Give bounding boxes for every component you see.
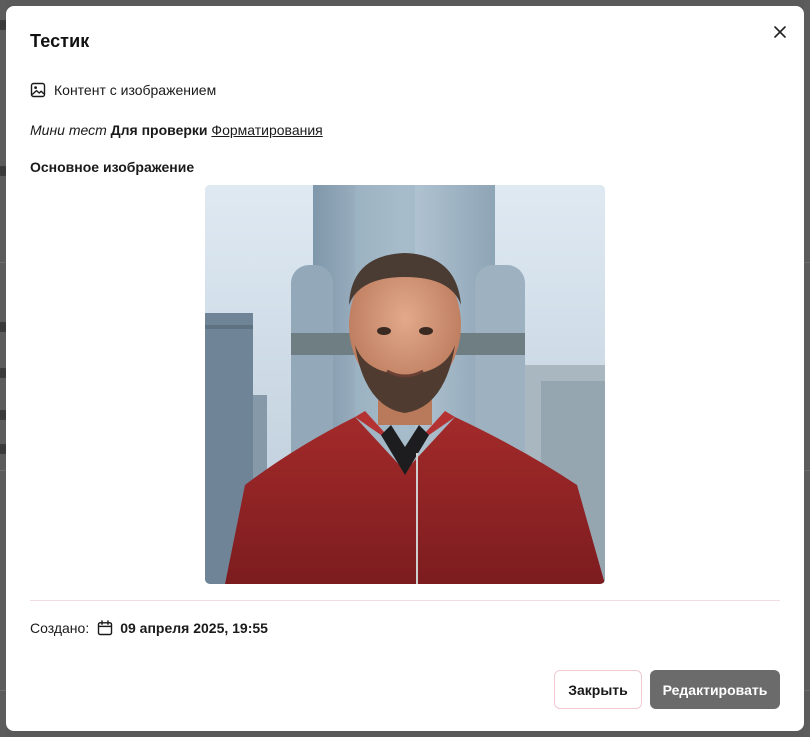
close-button[interactable]: Закрыть: [554, 670, 642, 709]
background-app-right-edge: [804, 0, 810, 737]
main-image: [205, 185, 605, 584]
background-divider: [804, 470, 810, 471]
underlined-text: Форматирования: [211, 122, 323, 138]
content-type-text: Контент с изображением: [54, 82, 217, 98]
created-label: Создано:: [30, 620, 90, 636]
italic-text: Мини тест: [30, 122, 107, 138]
edit-button[interactable]: Редактировать: [650, 670, 780, 709]
content-view-dialog: Тестик Контент с изображением Мини тест …: [6, 6, 804, 731]
background-divider: [804, 262, 810, 263]
dialog-title: Тестик: [30, 31, 90, 51]
footer-divider: [30, 600, 780, 601]
portrait-photo: [205, 185, 605, 584]
calendar-icon: [97, 620, 113, 636]
close-icon: [774, 26, 786, 38]
bold-text: Для проверки: [110, 122, 208, 138]
main-image-label: Основное изображение: [30, 159, 195, 175]
created-date: 09 апреля 2025, 19:55: [120, 620, 268, 636]
background-divider: [804, 690, 810, 691]
content-type-label: Контент с изображением: [30, 82, 216, 98]
image-icon: [30, 82, 46, 98]
created-info: Создано: 09 апреля 2025, 19:55: [30, 620, 268, 636]
close-dialog-button[interactable]: [770, 22, 790, 42]
formatted-text: Мини тест Для проверки Форматирования: [30, 122, 323, 138]
